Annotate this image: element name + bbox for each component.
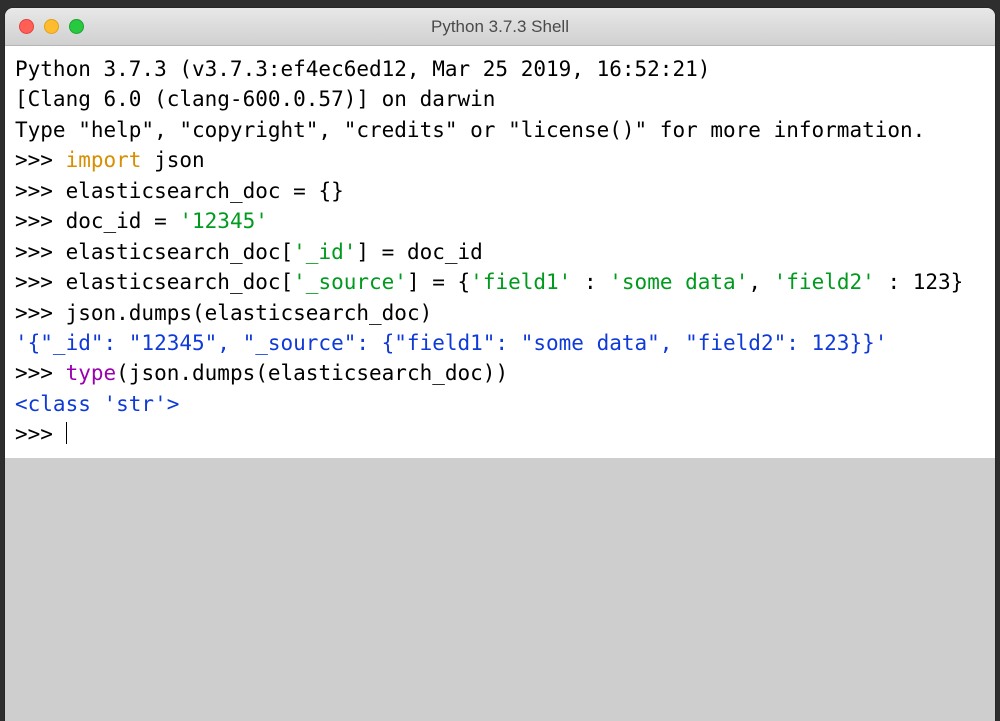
shell-content[interactable]: Python 3.7.3 (v3.7.3:ef4ec6ed12, Mar 25 … [5,46,995,458]
cursor [66,422,67,444]
code-text: elasticsearch_doc[ [66,270,294,294]
prompt: >>> [15,422,66,446]
code-text: doc_id = [66,209,180,233]
string-literal: 'some data' [609,270,748,294]
keyword-import: import [66,148,142,172]
titlebar: Python 3.7.3 Shell [5,8,995,46]
window-title: Python 3.7.3 Shell [5,17,995,37]
code-text: json [141,148,204,172]
prompt: >>> [15,179,66,203]
close-button[interactable] [19,19,34,34]
string-literal: 'field2' [774,270,875,294]
shell-window: Python 3.7.3 Shell Python 3.7.3 (v3.7.3:… [5,8,995,721]
builtin-type: type [66,361,117,385]
code-text: , [748,270,773,294]
code-text: (json.dumps(elasticsearch_doc)) [116,361,508,385]
prompt: >>> [15,270,66,294]
string-literal: '_id' [293,240,356,264]
zoom-button[interactable] [69,19,84,34]
prompt: >>> [15,361,66,385]
string-literal: '_source' [293,270,407,294]
code-text: json.dumps(elasticsearch_doc) [66,301,433,325]
header-line-3: Type "help", "copyright", "credits" or "… [15,118,925,142]
output-line: '{"_id": "12345", "_source": {"field1": … [15,331,887,355]
traffic-lights [5,19,84,34]
prompt: >>> [15,240,66,264]
string-literal: '12345' [179,209,268,233]
header-line-1: Python 3.7.3 (v3.7.3:ef4ec6ed12, Mar 25 … [15,57,710,81]
code-text: : 123} [875,270,964,294]
minimize-button[interactable] [44,19,59,34]
code-text: ] = { [407,270,470,294]
code-text: ] = doc_id [356,240,482,264]
header-line-2: [Clang 6.0 (clang-600.0.57)] on darwin [15,87,495,111]
code-text: elasticsearch_doc = {} [66,179,344,203]
prompt: >>> [15,148,66,172]
code-text: elasticsearch_doc[ [66,240,294,264]
string-literal: 'field1' [470,270,571,294]
output-line: <class 'str'> [15,392,179,416]
code-text: : [571,270,609,294]
prompt: >>> [15,209,66,233]
empty-area [5,458,995,721]
prompt: >>> [15,301,66,325]
